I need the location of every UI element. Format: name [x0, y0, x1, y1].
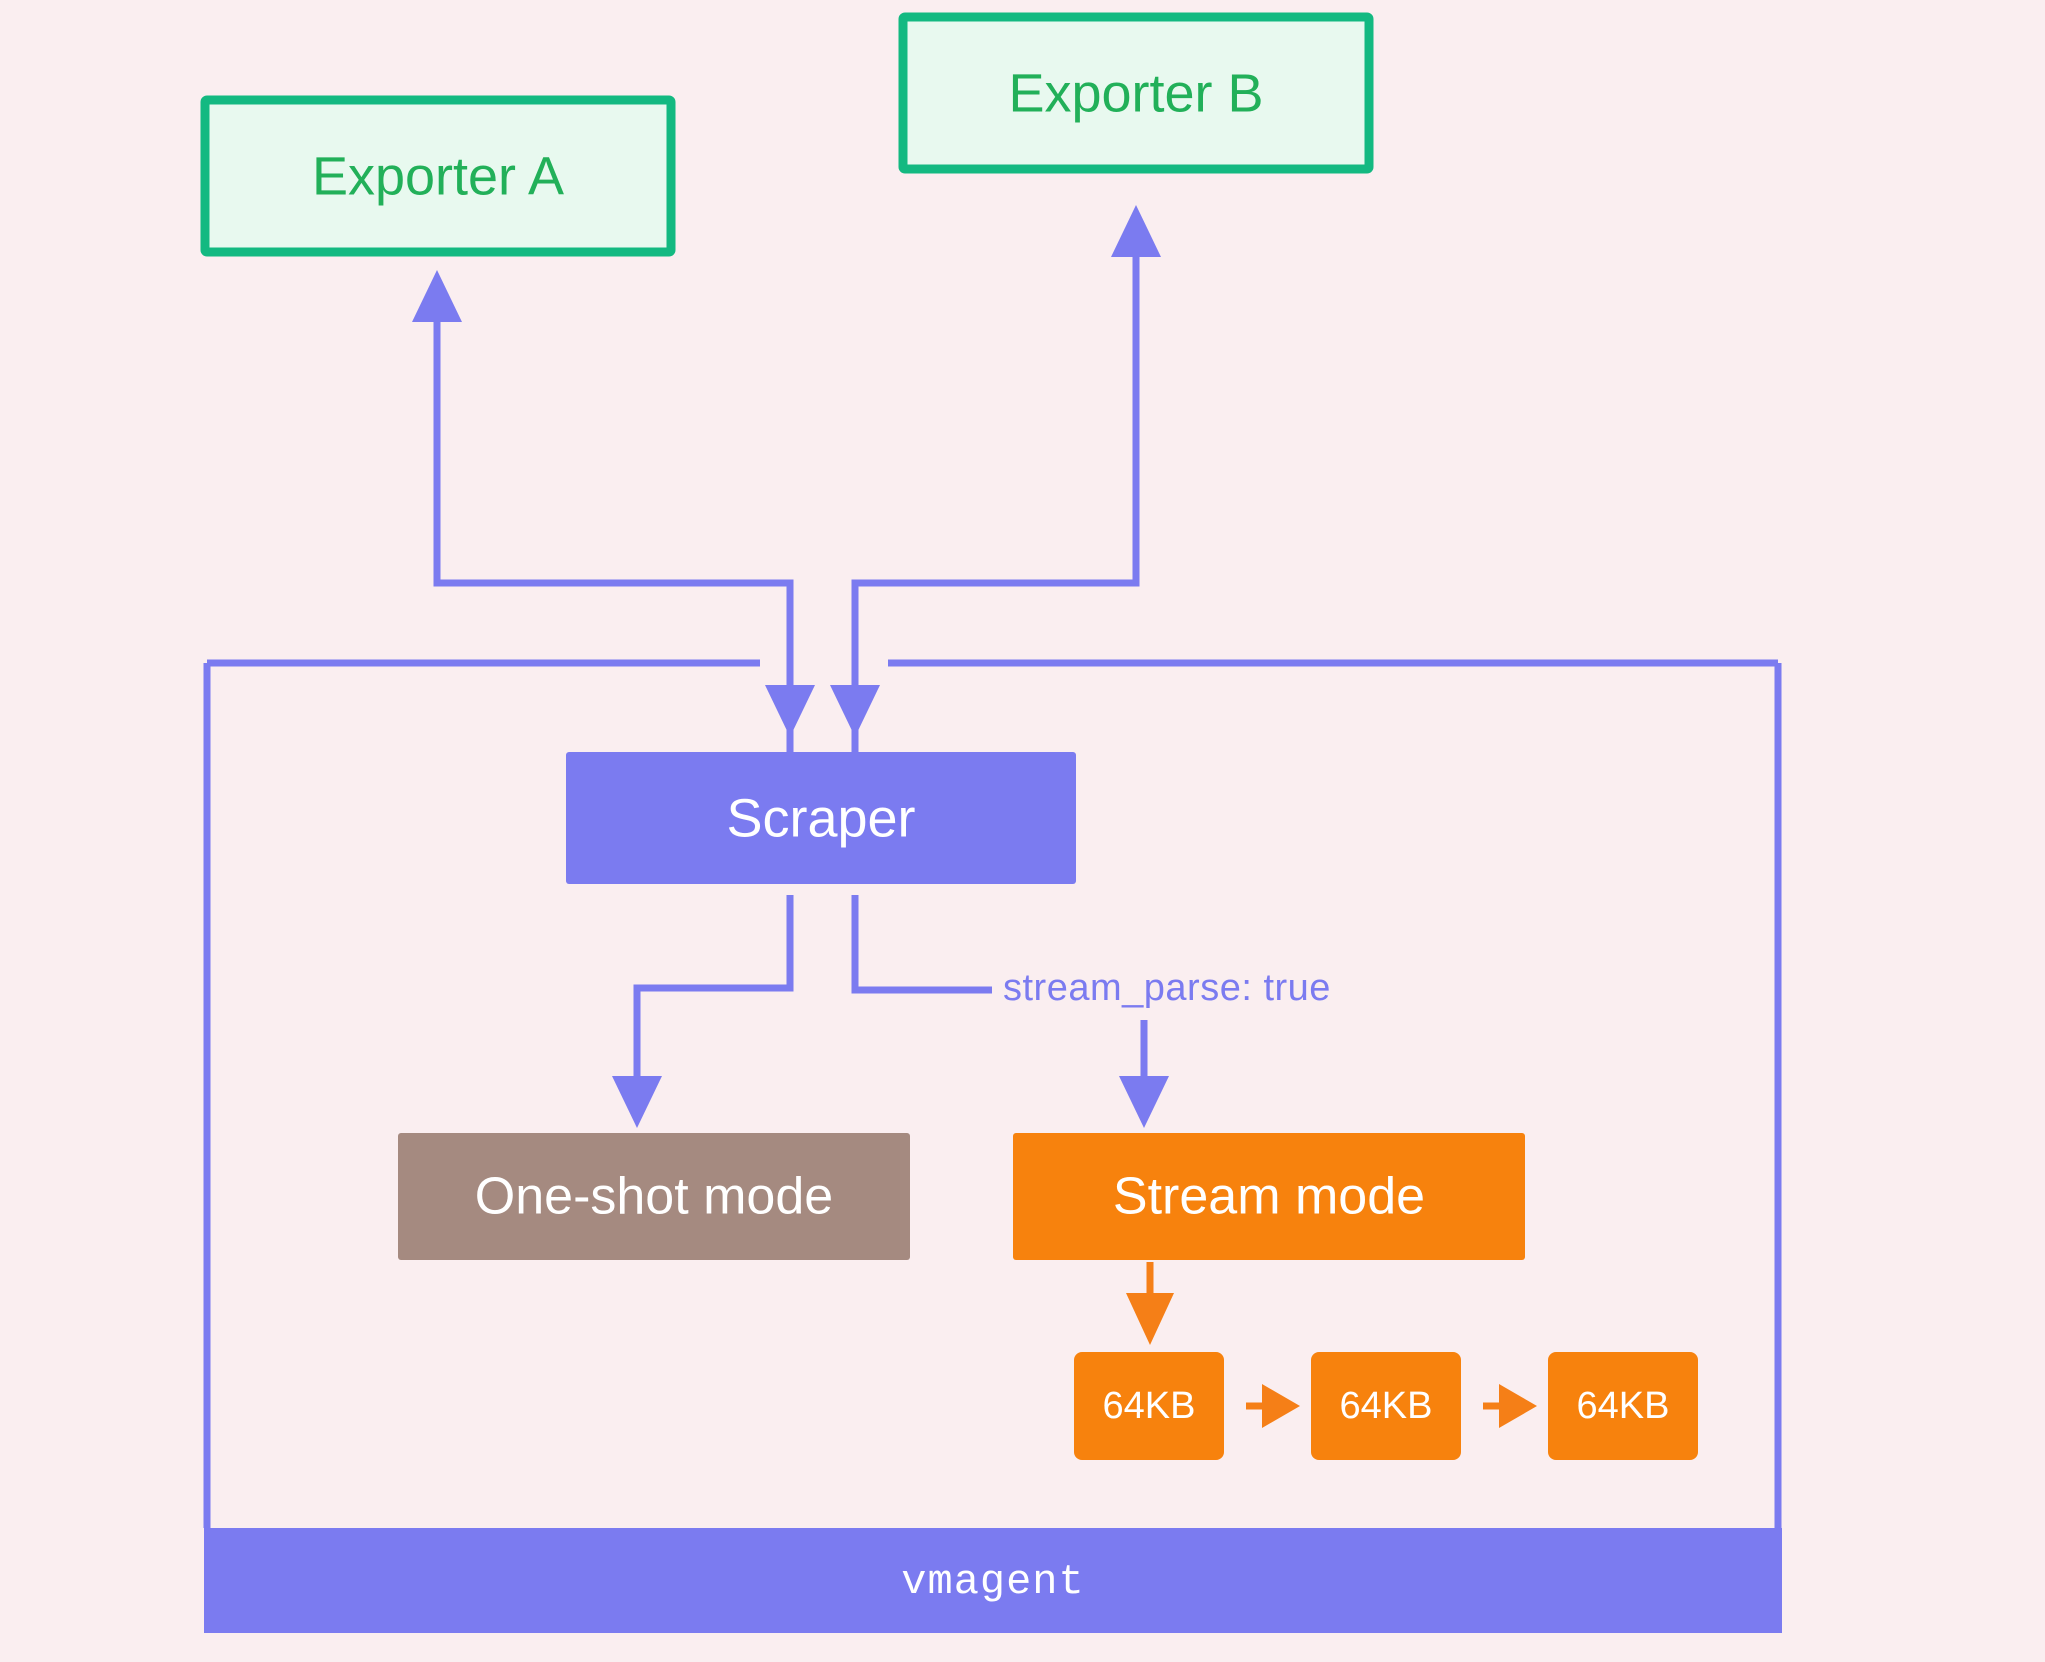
edge-scraper-to-stream: stream_parse: true	[851, 895, 1331, 1128]
node-exporter-b-label: Exporter B	[1008, 63, 1263, 123]
edge-into-scraper-left-arrowhead	[765, 685, 815, 737]
edge-scraper-to-one-shot-arrowhead	[612, 1076, 662, 1128]
node-scraper[interactable]: Scraper	[566, 752, 1076, 884]
diagram-canvas: stream_parse: true Exporter A Exporter B…	[0, 0, 2045, 1662]
vmagent-footer-label: vmagent	[901, 1558, 1084, 1606]
node-chunk-3[interactable]: 64KB	[1548, 1352, 1698, 1460]
edge-scraper-to-one-shot	[612, 895, 794, 1128]
edge-scraper-to-exporter-b-line	[851, 232, 1140, 752]
node-chunk-2[interactable]: 64KB	[1311, 1352, 1461, 1460]
edge-stream-to-chunk-1-arrowhead	[1126, 1293, 1174, 1345]
edge-scraper-to-exporter-a-line	[433, 297, 794, 752]
node-exporter-a-label: Exporter A	[312, 146, 564, 206]
vmagent-footer: vmagent	[204, 1528, 1782, 1633]
edge-into-scraper-right	[830, 583, 880, 737]
edge-scraper-to-one-shot-line	[633, 895, 794, 1085]
node-one-shot-mode[interactable]: One-shot mode	[398, 1133, 910, 1260]
edge-chunk-1-to-chunk-2	[1246, 1384, 1300, 1428]
node-one-shot-mode-label: One-shot mode	[475, 1168, 833, 1226]
edge-scraper-to-exporter-a-arrowhead	[412, 270, 462, 322]
node-chunk-1[interactable]: 64KB	[1074, 1352, 1224, 1460]
node-scraper-label: Scraper	[726, 788, 915, 848]
node-chunk-3-label: 64KB	[1577, 1385, 1670, 1427]
node-exporter-b[interactable]: Exporter B	[898, 12, 1374, 174]
edge-chunk-1-to-chunk-2-arrowhead	[1262, 1384, 1300, 1428]
edge-scraper-to-exporter-b-arrowhead	[1111, 205, 1161, 257]
edge-scraper-to-stream-arrowhead	[1119, 1076, 1169, 1128]
node-exporter-a[interactable]: Exporter A	[200, 95, 676, 257]
edge-chunk-2-to-chunk-3	[1483, 1384, 1537, 1428]
edge-scraper-to-stream-line	[851, 895, 992, 994]
node-chunk-2-label: 64KB	[1340, 1385, 1433, 1427]
node-stream-mode[interactable]: Stream mode	[1013, 1133, 1525, 1260]
diagram-svg: stream_parse: true Exporter A Exporter B…	[200, 12, 1782, 1633]
edge-chunk-2-to-chunk-3-arrowhead	[1499, 1384, 1537, 1428]
edge-stream-to-chunk-1	[1126, 1262, 1174, 1345]
edge-scraper-to-exporter-b	[851, 205, 1161, 752]
edge-scraper-to-exporter-a	[412, 270, 794, 752]
node-stream-mode-label: Stream mode	[1113, 1168, 1425, 1226]
node-chunk-1-label: 64KB	[1103, 1385, 1196, 1427]
edge-into-scraper-right-arrowhead	[830, 685, 880, 737]
edge-into-scraper-left	[765, 583, 815, 737]
edge-annotation-stream-parse: stream_parse: true	[1003, 967, 1331, 1009]
